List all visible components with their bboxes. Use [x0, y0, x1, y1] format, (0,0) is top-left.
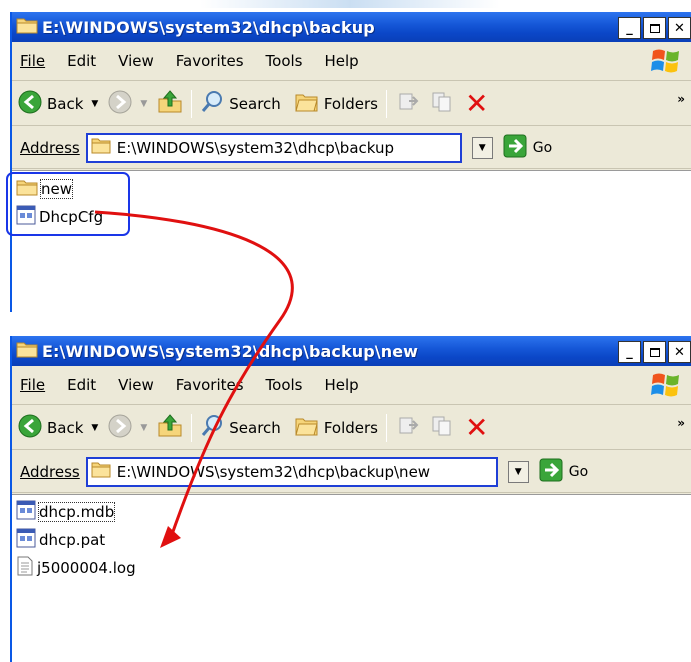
- annotation-arrow: [94, 210, 294, 548]
